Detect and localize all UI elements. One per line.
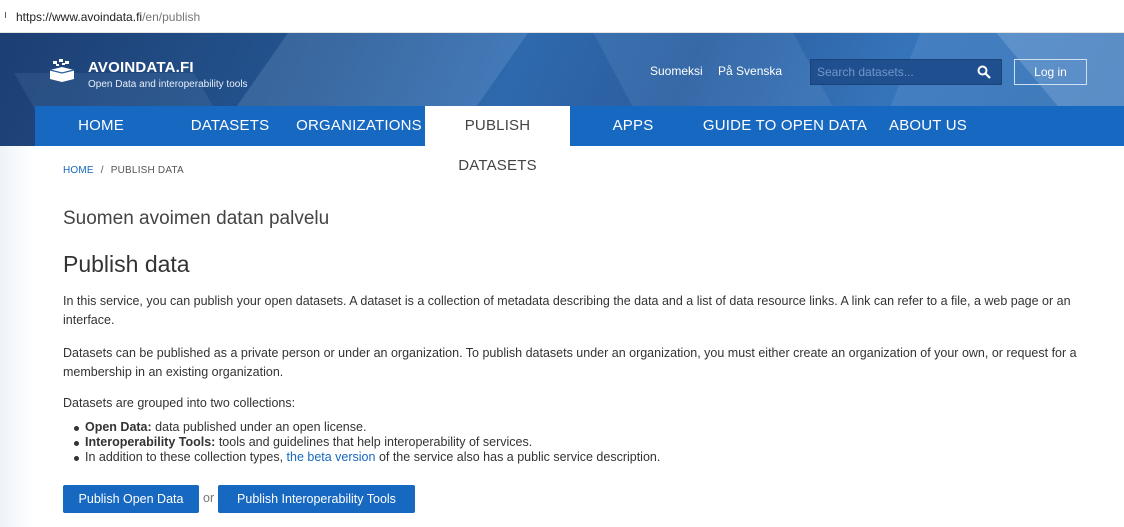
publish-interoperability-tools-button[interactable]: Publish Interoperability Tools: [218, 485, 415, 513]
list-item-text: tools and guidelines that help interoper…: [215, 435, 533, 449]
service-subtitle: Suomen avoimen datan palvelu: [63, 208, 330, 229]
language-finnish-link[interactable]: Suomeksi: [650, 64, 703, 78]
search-input[interactable]: [811, 60, 961, 84]
nav-item-publish-datasets[interactable]: PUBLISH DATASETS: [425, 106, 570, 174]
nav-item-home[interactable]: HOME: [63, 106, 139, 146]
list-item-text: In addition to these collection types,: [85, 450, 287, 464]
organization-paragraph: Datasets can be published as a private p…: [63, 346, 1077, 379]
page-title: Publish data: [63, 251, 190, 277]
browser-address-bar[interactable]: ı https://www.avoindata.fi/en/publish: [0, 0, 1124, 33]
site-tagline: Open Data and interoperability tools: [88, 79, 248, 90]
address-url[interactable]: https://www.avoindata.fi/en/publish: [16, 10, 200, 24]
nav-item-datasets[interactable]: DATASETS: [185, 106, 275, 146]
intro-paragraph: In this service, you can publish your op…: [63, 294, 1071, 327]
list-item-term: Interoperability Tools:: [85, 435, 216, 449]
list-item-text: of the service also has a public service…: [375, 450, 661, 464]
collections-list: Open Data: data published under an open …: [74, 420, 1074, 465]
login-button[interactable]: Log in: [1014, 59, 1087, 85]
breadcrumb-home[interactable]: HOME: [63, 165, 94, 176]
site-logo-icon[interactable]: [47, 58, 77, 82]
url-path: /en/publish: [142, 10, 201, 24]
language-swedish-link[interactable]: På Svenska: [718, 64, 782, 78]
nav-item-about-us[interactable]: ABOUT US: [885, 106, 971, 146]
collections-intro: Datasets are grouped into two collection…: [63, 396, 296, 410]
nav-item-organizations[interactable]: ORGANIZATIONS: [293, 106, 425, 146]
search-icon[interactable]: [977, 65, 991, 79]
list-item: Open Data: data published under an open …: [74, 420, 1074, 435]
or-separator: or: [203, 491, 215, 505]
publish-open-data-button[interactable]: Publish Open Data: [63, 485, 199, 513]
list-item-term: Open Data:: [85, 420, 152, 434]
page-edge-shade: [0, 146, 35, 527]
search-box: [810, 59, 1002, 85]
breadcrumb: HOME / PUBLISH DATA: [63, 165, 184, 176]
url-host: https://www.avoindata.fi: [16, 10, 143, 24]
beta-version-link[interactable]: the beta version: [287, 450, 376, 464]
site-brand[interactable]: AVOINDATA.FI: [88, 59, 194, 76]
nav-item-guide[interactable]: GUIDE TO OPEN DATA: [700, 106, 870, 146]
breadcrumb-current: PUBLISH DATA: [110, 165, 184, 176]
site-info-icon[interactable]: ı: [4, 9, 7, 21]
list-item: Interoperability Tools: tools and guidel…: [74, 435, 1074, 450]
main-navigation: HOME DATASETS ORGANIZATIONS PUBLISH DATA…: [35, 106, 1124, 174]
list-item-text: data published under an open license.: [151, 420, 367, 434]
breadcrumb-separator: /: [100, 165, 104, 176]
nav-item-apps[interactable]: APPS: [603, 106, 663, 146]
list-item: In addition to these collection types, t…: [74, 450, 1074, 465]
